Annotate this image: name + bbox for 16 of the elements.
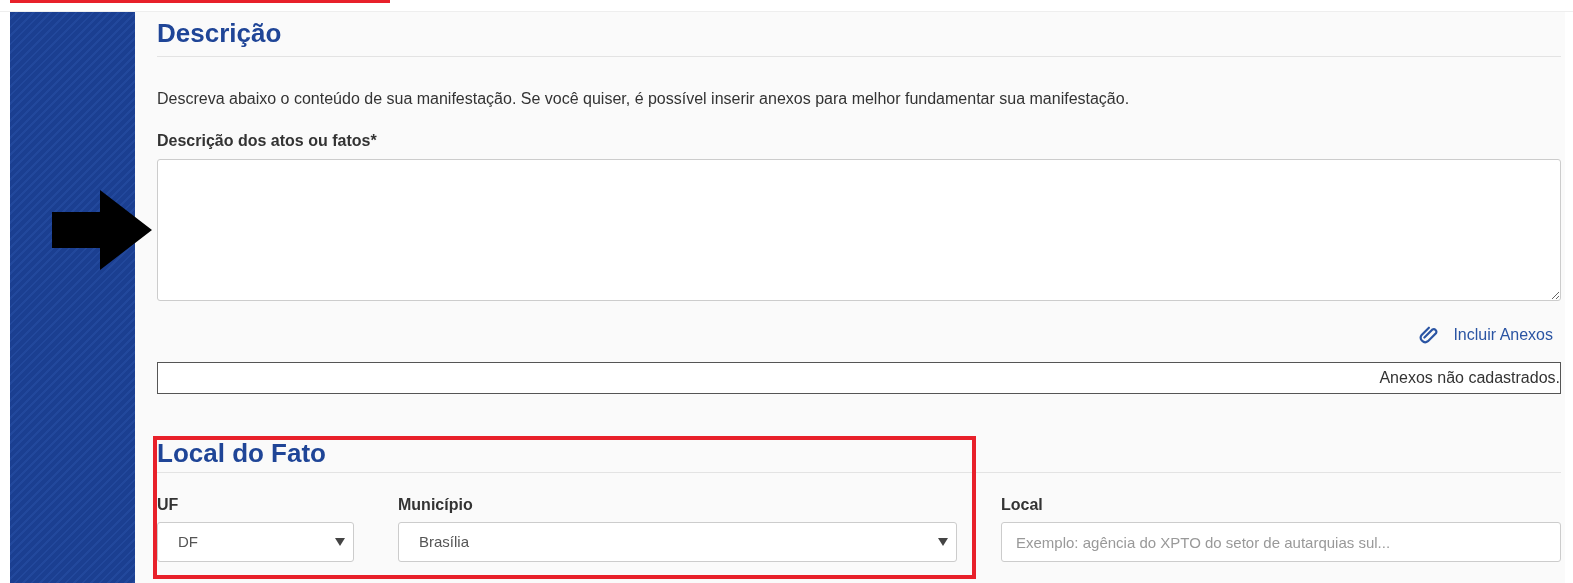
field-label: Descrição dos atos ou fatos* [157, 131, 378, 151]
attachments-status-box: Anexos não cadastrados. [157, 362, 1561, 394]
intro-text: Descreva abaixo o conteúdo de sua manifestação. Se você quiser, é possível inserir anexos para melhor fundamentar sua manifestação. [157, 89, 1131, 109]
select-field[interactable]: Brasília [398, 522, 957, 562]
local-input-field[interactable]: Exemplo: agência do XPTO do setor de autarquias sul... [1001, 522, 1561, 562]
section-title: Local do Fato [157, 438, 1561, 473]
field-label: Município [398, 495, 474, 515]
field-label: Local [1001, 495, 1044, 515]
arrow-icon [52, 190, 154, 270]
attach-link[interactable]: Incluir Anexos [1419, 325, 1553, 345]
field-label: UF [157, 495, 180, 515]
dropdown-arrow-icon [335, 538, 345, 546]
section-title: Descrição [157, 18, 1561, 57]
description-textarea[interactable] [157, 159, 1561, 301]
dropdown-arrow-icon [938, 538, 948, 546]
select-field[interactable]: DF [157, 522, 354, 562]
